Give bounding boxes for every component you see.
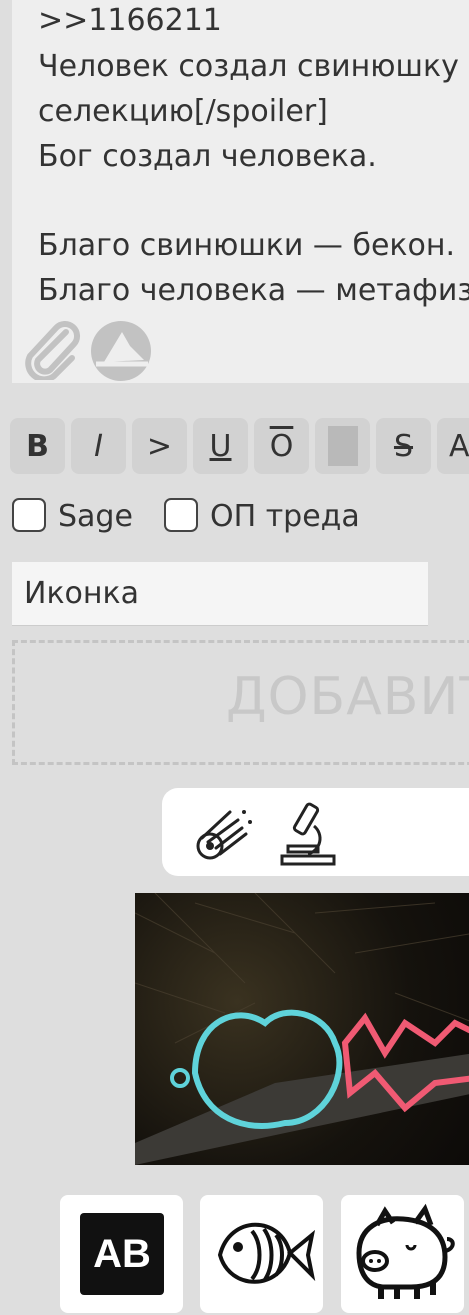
microscope-icon[interactable] <box>278 800 340 870</box>
fish-sticker-tile[interactable] <box>200 1195 323 1313</box>
spoiler-button[interactable] <box>315 418 370 474</box>
sage-checkbox[interactable] <box>12 498 46 532</box>
paperclip-icon[interactable] <box>20 320 84 383</box>
strikethrough-button[interactable]: S <box>376 418 431 474</box>
attached-image[interactable] <box>135 893 469 1165</box>
op-checkbox[interactable] <box>164 498 198 532</box>
comet-icon[interactable] <box>194 804 256 866</box>
op-label: ОП треда <box>210 499 360 534</box>
underline-button[interactable]: U <box>193 418 248 474</box>
drawing-icon[interactable] <box>90 320 154 383</box>
superscript-button[interactable]: A <box>437 418 469 474</box>
textarea-line: Благо человека — метафиз <box>38 273 469 308</box>
pig-icon <box>356 1203 455 1299</box>
italic-button[interactable]: I <box>71 418 126 474</box>
bold-button[interactable]: B <box>10 418 65 474</box>
quote-button[interactable]: > <box>132 418 187 474</box>
overline-button[interactable]: O <box>254 418 309 474</box>
text-sticker-tile[interactable]: AB <box>60 1195 183 1313</box>
file-dropzone[interactable]: ДОБАВИТЬ <box>12 640 469 765</box>
mode-selector <box>162 788 469 876</box>
spoiler-swatch <box>327 426 358 466</box>
fish-icon <box>217 1222 316 1284</box>
textarea-line: Бог создал человека. <box>38 139 377 174</box>
textarea-line: селекцию[/spoiler] <box>38 94 328 129</box>
photo-content <box>135 893 469 1165</box>
textarea-line: Благо свинюшки — бекон. <box>38 228 456 263</box>
textarea-line: Человек создал свинюшку <box>38 49 459 84</box>
sage-label: Sage <box>58 499 133 534</box>
text-sticker-label: AB <box>80 1213 164 1295</box>
post-textarea[interactable]: >>1166211 Человек создал свинюшку селекц… <box>12 0 469 383</box>
textarea-line: >>1166211 <box>38 3 222 38</box>
pig-sticker-tile[interactable] <box>341 1195 464 1313</box>
icon-select[interactable]: Иконка <box>12 562 428 626</box>
dropzone-label: ДОБАВИТЬ <box>226 667 469 727</box>
